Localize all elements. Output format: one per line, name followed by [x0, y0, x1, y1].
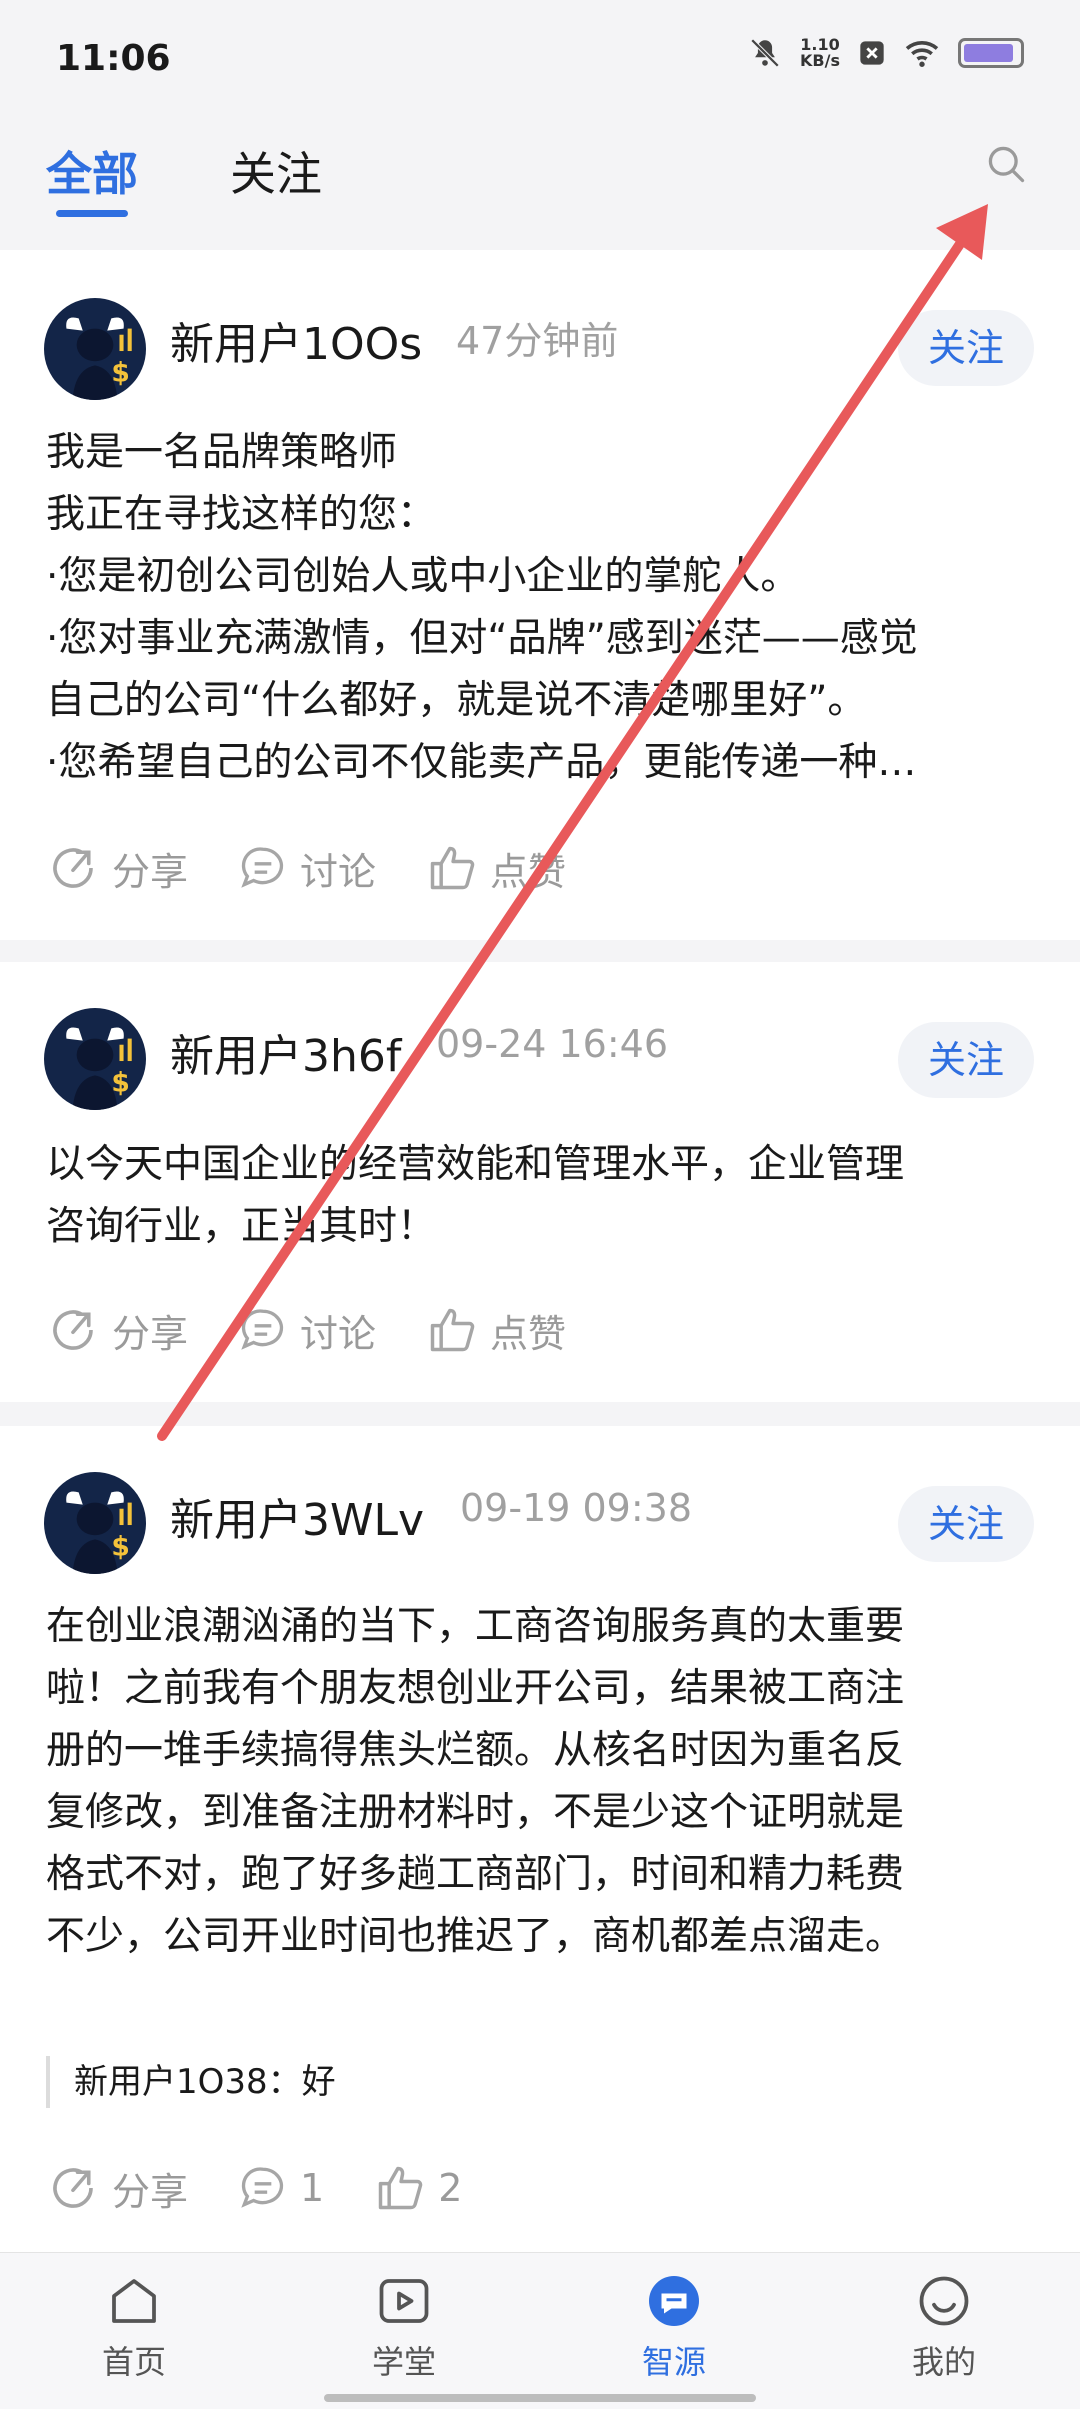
post-line: 在创业浪潮汹涌的当下，工商咨询服务真的太重要 — [46, 1604, 905, 1649]
comment-icon — [241, 2167, 284, 2208]
post-line: 我正在寻找这样的您： — [46, 492, 437, 537]
post-line: 格式不对，跑了好多趟工商部门，时间和精力耗费 — [46, 1852, 905, 1897]
battery-icon — [958, 38, 1024, 68]
username[interactable]: 新用户1OOs — [170, 308, 422, 372]
close-box-icon — [860, 41, 884, 65]
post-actions: 分享 讨论 点赞 — [46, 1300, 616, 1360]
post-line: 复修改，到准备注册材料时，不是少这个证明就是 — [46, 1790, 905, 1835]
discuss-label: 讨论 — [300, 1311, 377, 1356]
thumbs-up-icon — [430, 1308, 475, 1352]
nav-home[interactable]: 首页 — [54, 2271, 214, 2383]
share-icon — [53, 2168, 93, 2208]
chat-icon — [649, 2276, 699, 2326]
active-tab-indicator — [56, 210, 128, 217]
search-icon — [988, 146, 1025, 183]
post-content[interactable]: 在创业浪潮汹涌的当下，工商咨询服务真的太重要 啦！之前我有个朋友想创业开公司，结… — [46, 1596, 1036, 1968]
discuss-button[interactable]: 1 — [238, 2163, 324, 2213]
share-button[interactable]: 分享 — [46, 1303, 188, 1358]
wifi-icon — [905, 41, 939, 67]
post-card: $ 新用户3WLv 09-19 09:38 关注 在创业浪潮汹涌的当下，工商咨询… — [0, 1426, 1080, 2252]
thumbs-up-icon — [378, 2166, 423, 2210]
nav-label: 智源 — [641, 2343, 706, 2381]
mute-bell-icon — [750, 38, 780, 68]
post-line: ·您是初创公司创始人或中小企业的掌舵人。 — [46, 554, 800, 599]
follow-button[interactable]: 关注 — [898, 1486, 1034, 1562]
like-button[interactable]: 点赞 — [426, 1303, 566, 1358]
username[interactable]: 新用户3WLv — [170, 1484, 424, 1548]
avatar[interactable]: $ — [44, 298, 146, 400]
avatar[interactable]: $ — [44, 1008, 146, 1110]
share-icon — [53, 1310, 93, 1350]
home-indicator[interactable] — [324, 2394, 756, 2402]
post-line: 册的一堆手续搞得焦头烂额。从核名时因为重名反 — [46, 1728, 905, 1773]
post-line: 咨询行业，正当其时！ — [46, 1204, 437, 1249]
post-card: $ 新用户3h6f 09-24 16:46 关注 以今天中国企业的经营效能和管理… — [0, 962, 1080, 1402]
post-line: 自己的公司“什么都好，就是说不清楚哪里好”。 — [46, 678, 867, 723]
post-line: ·您对事业充满激情，但对“品牌”感到迷茫——感觉 — [46, 616, 918, 661]
share-icon — [53, 848, 93, 888]
follow-button[interactable]: 关注 — [898, 1022, 1034, 1098]
share-label: 分享 — [112, 2169, 189, 2214]
username[interactable]: 新用户3h6f — [170, 1020, 401, 1084]
nav-zhiyuan[interactable]: 智源 — [594, 2271, 754, 2383]
thumbs-up-icon — [430, 846, 475, 890]
post-line: 以今天中国企业的经营效能和管理水平，企业管理 — [46, 1142, 905, 1187]
post-card: $ 新用户1OOs 47分钟前 关注 我是一名品牌策略师 我正在寻找这样的您： … — [0, 250, 1080, 940]
post-actions: 分享 讨论 点赞 — [46, 838, 616, 898]
post-time: 09-24 16:46 — [436, 1022, 669, 1066]
play-icon — [379, 2279, 429, 2323]
avatar[interactable]: $ — [44, 1472, 146, 1574]
bottom-nav: 首页 学堂 智源 我的 — [0, 2252, 1080, 2409]
tab-all[interactable]: 全部 — [46, 138, 138, 204]
share-label: 分享 — [112, 1311, 189, 1356]
share-label: 分享 — [112, 849, 189, 894]
svg-text:$: $ — [111, 1068, 129, 1099]
post-line: 啦！之前我有个朋友想创业开公司，结果被工商注 — [46, 1666, 905, 1711]
follow-button[interactable]: 关注 — [898, 310, 1034, 386]
smile-icon — [919, 2276, 969, 2326]
status-icons: 1.10 KB/s — [748, 36, 1024, 70]
comment-icon — [241, 1309, 284, 1350]
like-button[interactable]: 点赞 — [426, 841, 566, 896]
network-speed-unit: KB/s — [800, 51, 840, 70]
status-bar: 11:06 1.10 KB/s — [0, 0, 1080, 120]
post-line: ·您希望自己的公司不仅能卖产品，更能传递一种… — [46, 740, 917, 785]
home-icon — [112, 2279, 156, 2323]
network-speed: 1.10 KB/s — [800, 37, 840, 69]
nav-school[interactable]: 学堂 — [324, 2271, 484, 2383]
share-button[interactable]: 分享 — [46, 841, 188, 896]
post-line: 不少，公司开业时间也推迟了，商机都差点溜走。 — [46, 1914, 905, 1959]
nav-label: 首页 — [101, 2343, 166, 2381]
status-time: 11:06 — [56, 38, 171, 79]
discuss-button[interactable]: 讨论 — [238, 1303, 376, 1358]
discuss-label: 讨论 — [300, 849, 377, 894]
like-count: 2 — [438, 2166, 463, 2210]
share-button[interactable]: 分享 — [46, 2161, 188, 2216]
post-actions: 分享 1 2 — [46, 2158, 512, 2218]
post-time: 09-19 09:38 — [460, 1486, 693, 1530]
nav-me[interactable]: 我的 — [864, 2271, 1024, 2383]
post-content[interactable]: 以今天中国企业的经营效能和管理水平，企业管理 咨询行业，正当其时！ — [46, 1134, 1036, 1258]
post-time: 47分钟前 — [456, 319, 619, 363]
like-label: 点赞 — [490, 1311, 567, 1356]
svg-text:$: $ — [111, 358, 129, 389]
discuss-count: 1 — [300, 2166, 325, 2210]
battery-fill — [964, 44, 1013, 62]
top-tab-bar: 全部 关注 — [0, 120, 1080, 250]
search-button[interactable] — [984, 142, 1028, 186]
nav-label: 我的 — [911, 2343, 976, 2381]
svg-text:$: $ — [111, 1532, 129, 1563]
nav-label: 学堂 — [371, 2343, 436, 2381]
post-content[interactable]: 我是一名品牌策略师 我正在寻找这样的您： ·您是初创公司创始人或中小企业的掌舵人… — [46, 422, 1036, 794]
tab-following[interactable]: 关注 — [230, 138, 322, 204]
like-label: 点赞 — [490, 849, 567, 894]
discuss-button[interactable]: 讨论 — [238, 841, 376, 896]
post-line: 我是一名品牌策略师 — [46, 430, 398, 475]
comment-icon — [241, 847, 284, 888]
like-button[interactable]: 2 — [374, 2162, 462, 2214]
comment-reply[interactable]: 新用户1O38：好 — [46, 2056, 336, 2108]
